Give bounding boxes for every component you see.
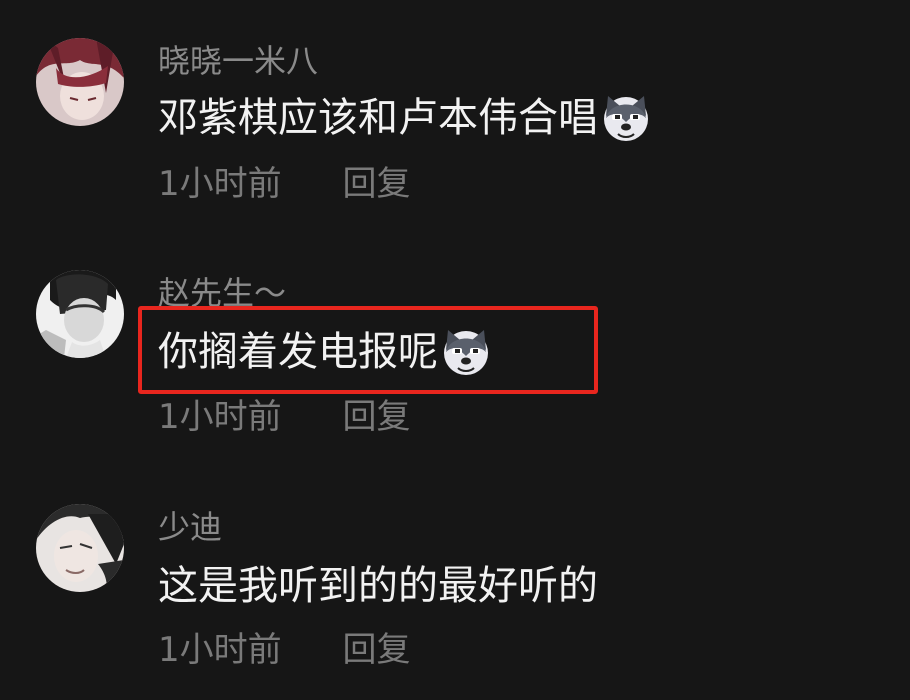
avatar-image xyxy=(36,504,124,592)
user-avatar[interactable] xyxy=(36,38,124,126)
husky-emoji-icon xyxy=(440,326,492,378)
user-avatar[interactable] xyxy=(36,504,124,592)
comment-meta: 1小时前 回复 xyxy=(158,400,410,434)
husky-emoji-icon xyxy=(600,92,652,144)
comment-username[interactable]: 晓晓一米八 xyxy=(158,45,318,77)
comment-text-content: 你搁着发电报呢 xyxy=(158,329,438,375)
comment-username[interactable]: 赵先生～ xyxy=(158,277,286,309)
avatar-image xyxy=(36,38,124,126)
comment-timestamp: 1小时前 xyxy=(158,397,282,437)
comment-meta: 1小时前 回复 xyxy=(158,167,410,201)
comment-username[interactable]: 少迪 xyxy=(158,511,222,543)
comment-text: 邓紫棋应该和卢本伟合唱 xyxy=(158,92,652,144)
avatar-image xyxy=(36,270,124,358)
comment-timestamp: 1小时前 xyxy=(158,164,282,204)
reply-button[interactable]: 回复 xyxy=(342,633,410,667)
user-avatar[interactable] xyxy=(36,270,124,358)
comment-text-content: 这是我听到的的最好听的 xyxy=(158,563,598,609)
comment-meta: 1小时前 回复 xyxy=(158,633,410,667)
comment-text-content: 邓紫棋应该和卢本伟合唱 xyxy=(158,95,598,141)
reply-button[interactable]: 回复 xyxy=(342,167,410,201)
comment-text: 你搁着发电报呢 xyxy=(158,326,492,378)
comment-timestamp: 1小时前 xyxy=(158,630,282,670)
reply-button[interactable]: 回复 xyxy=(342,400,410,434)
comment-text: 这是我听到的的最好听的 xyxy=(158,566,598,606)
